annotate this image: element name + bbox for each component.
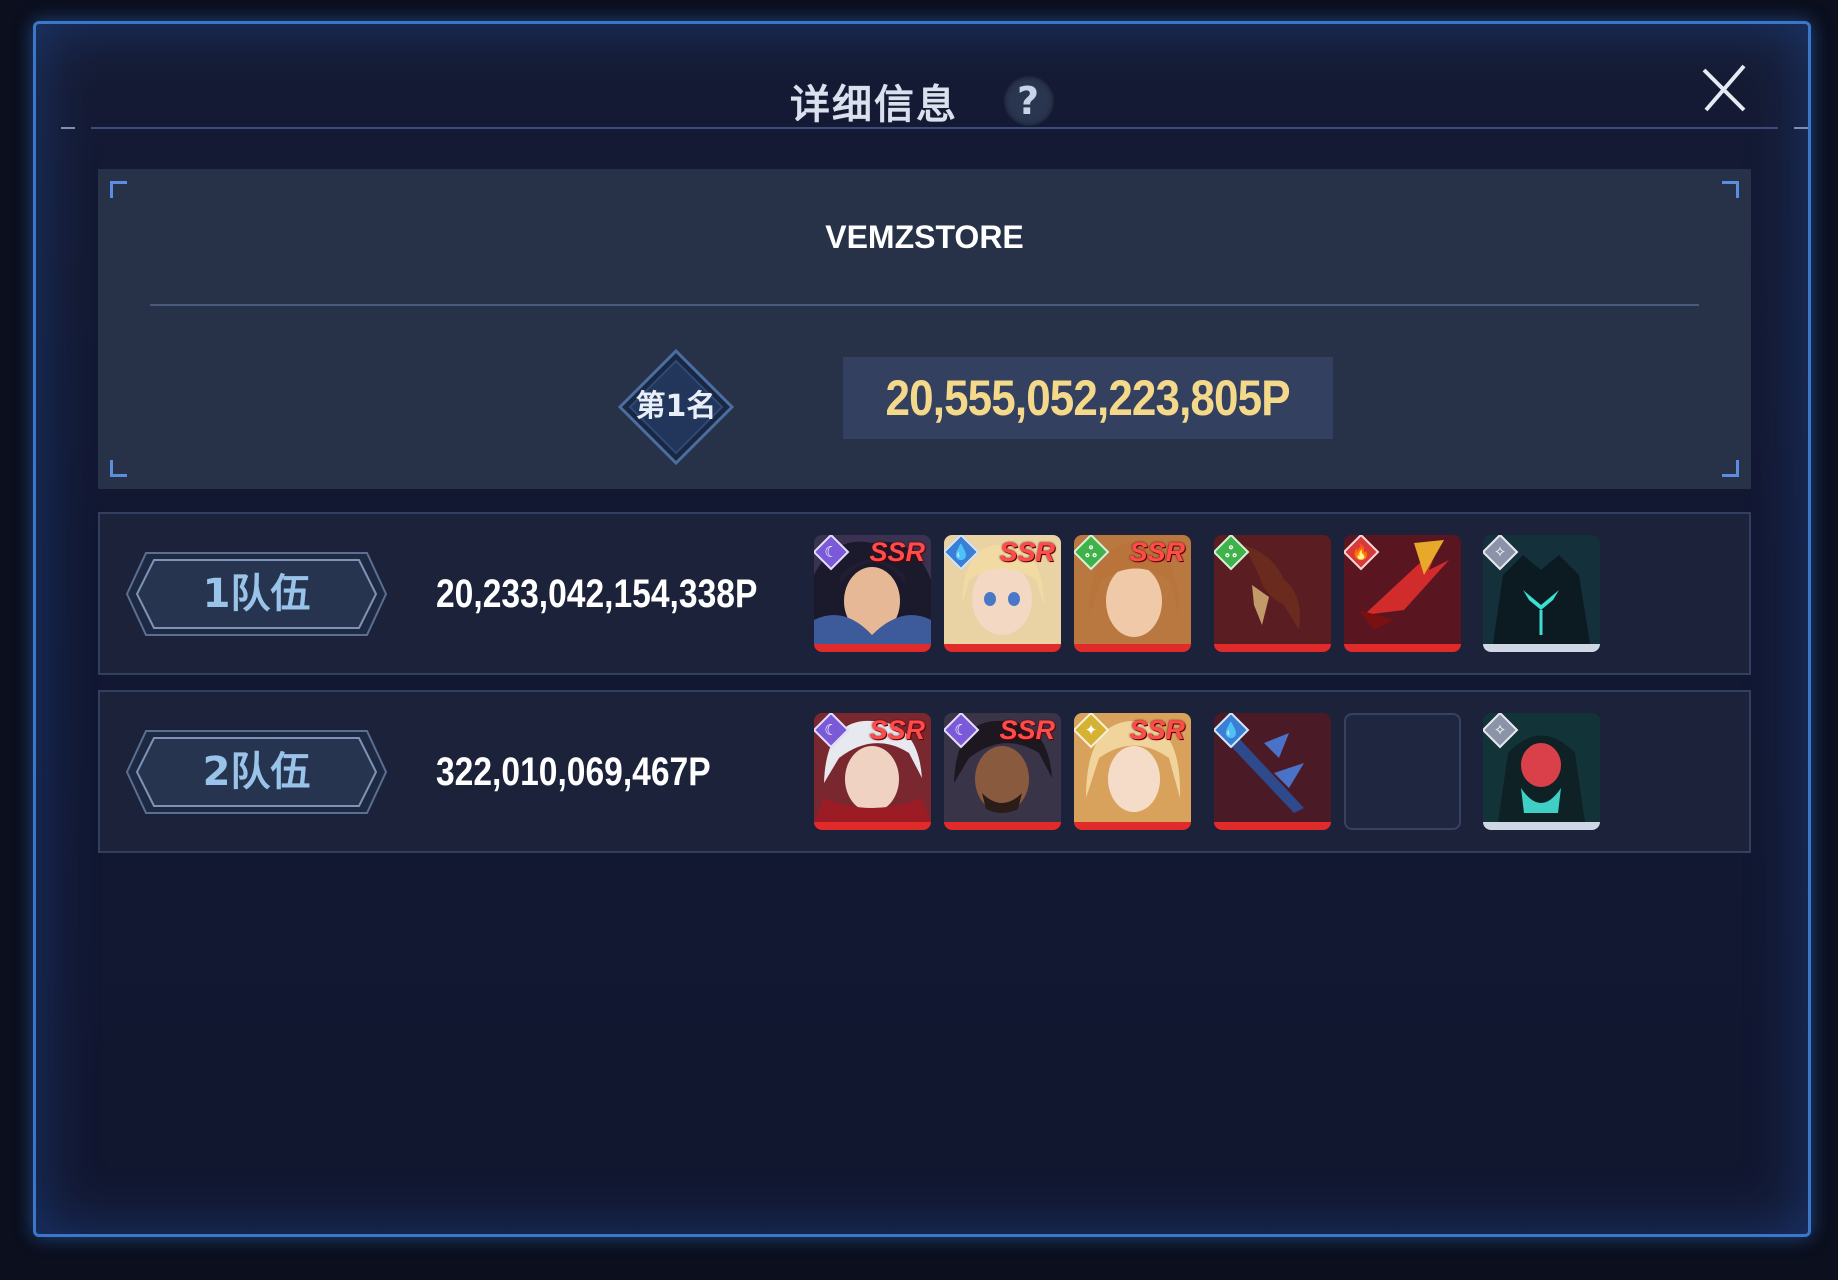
rarity-tag: SSR [1129,715,1185,745]
pet-card[interactable]: ✧ [1483,713,1600,830]
team-power: 20,233,042,154,338P [436,572,758,616]
character-card[interactable]: ☾ SSR [814,713,931,830]
total-power-box: 20,555,052,223,805P [843,357,1333,439]
character-card[interactable]: ☾ SSR [814,535,931,652]
corner-decoration [110,181,127,198]
rarity-tag: SSR [869,715,925,745]
empty-slot[interactable] [1344,713,1461,830]
help-icon[interactable]: ? [1003,76,1054,126]
character-card[interactable]: ஃ SSR [1074,535,1191,652]
rarity-tag: SSR [1129,537,1185,567]
title-divider [61,127,1808,129]
rarity-tag: SSR [999,537,1055,567]
character-card[interactable]: ☾ SSR [944,713,1061,830]
character-card[interactable]: ✦ SSR [1074,713,1191,830]
modal-title-text: 详细信息 [790,82,959,128]
close-icon[interactable] [1696,60,1752,116]
character-card[interactable]: 💧 SSR [944,535,1061,652]
player-name: VEMZSTORE [825,219,1024,255]
player-summary-panel: VEMZSTORE 第1名 20,555,052,223,805P [98,169,1751,489]
weapon-card[interactable]: 🔥 [1344,535,1461,652]
team-row-2: 2队伍 322,010,069,467P ☾ SSR ☾ SSR ✦ SSR 💧… [98,690,1751,853]
team-power: 322,010,069,467P [436,750,711,794]
team-row-1: 1队伍 20,233,042,154,338P ☾ SSR 💧 SSR ஃ SS… [98,512,1751,675]
weapon-card[interactable]: ஃ [1214,535,1331,652]
team-label: 1队伍 [202,571,311,617]
rarity-tag: SSR [869,537,925,567]
total-power-value: 20,555,052,223,805P [885,370,1291,426]
corner-decoration [1722,181,1739,198]
rarity-tag: SSR [999,715,1055,745]
rank-label: 第1名 [635,389,717,424]
corner-decoration [1722,460,1739,477]
corner-decoration [110,460,127,477]
details-modal: 详细信息 ? VEMZSTORE 第1名 20,555,052,223,805P… [33,21,1811,1237]
team-label: 2队伍 [202,749,311,795]
modal-title: 详细信息 ? [36,72,1808,130]
pet-card[interactable]: ✧ [1483,535,1600,652]
summary-divider [150,304,1699,306]
weapon-card[interactable]: 💧 [1214,713,1331,830]
